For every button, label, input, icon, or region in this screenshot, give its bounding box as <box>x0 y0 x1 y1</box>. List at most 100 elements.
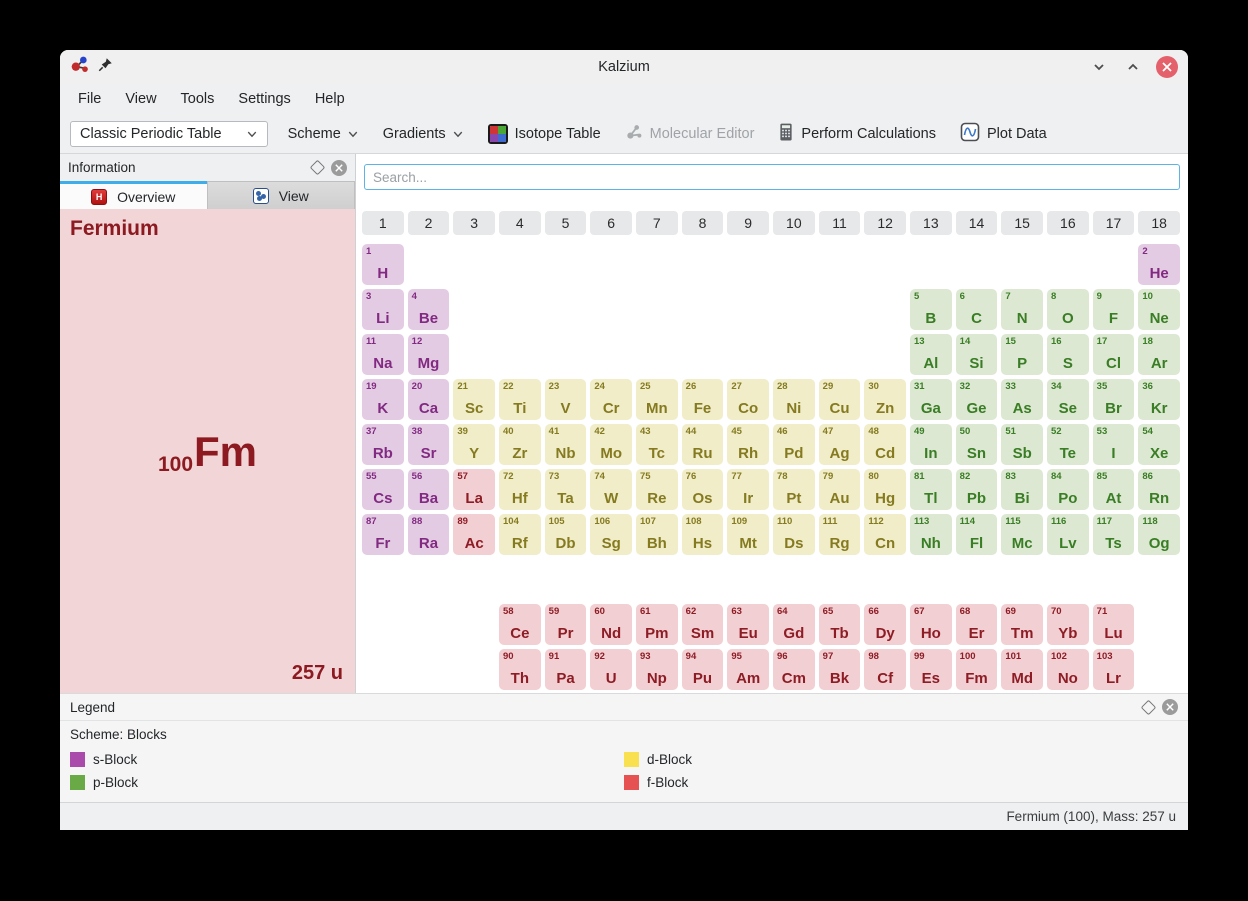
element-tile-Re[interactable]: 75Re <box>636 469 678 510</box>
element-tile-Ca[interactable]: 20Ca <box>408 379 450 420</box>
element-tile-Cn[interactable]: 112Cn <box>864 514 906 555</box>
close-dock-icon[interactable] <box>1162 699 1178 715</box>
element-tile-Bk[interactable]: 97Bk <box>819 649 861 690</box>
element-tile-Cm[interactable]: 96Cm <box>773 649 815 690</box>
group-header-7[interactable]: 7 <box>636 211 678 235</box>
element-tile-Cl[interactable]: 17Cl <box>1093 334 1135 375</box>
gradients-dropdown[interactable]: Gradients <box>379 122 468 146</box>
element-tile-F[interactable]: 9F <box>1093 289 1135 330</box>
menu-item-view[interactable]: View <box>115 88 166 110</box>
element-tile-O[interactable]: 8O <box>1047 289 1089 330</box>
element-tile-Bh[interactable]: 107Bh <box>636 514 678 555</box>
menu-item-tools[interactable]: Tools <box>171 88 225 110</box>
element-tile-Gd[interactable]: 64Gd <box>773 604 815 645</box>
element-tile-S[interactable]: 16S <box>1047 334 1089 375</box>
element-tile-Pa[interactable]: 91Pa <box>545 649 587 690</box>
scheme-dropdown[interactable]: Scheme <box>284 122 363 146</box>
element-tile-Cs[interactable]: 55Cs <box>362 469 404 510</box>
maximize-button[interactable] <box>1122 56 1144 78</box>
element-tile-Ti[interactable]: 22Ti <box>499 379 541 420</box>
menu-item-settings[interactable]: Settings <box>228 88 300 110</box>
group-header-16[interactable]: 16 <box>1047 211 1089 235</box>
element-tile-Nd[interactable]: 60Nd <box>590 604 632 645</box>
element-tile-Mt[interactable]: 109Mt <box>727 514 769 555</box>
element-tile-Fl[interactable]: 114Fl <box>956 514 998 555</box>
element-tile-Kr[interactable]: 36Kr <box>1138 379 1180 420</box>
element-tile-No[interactable]: 102No <box>1047 649 1089 690</box>
element-tile-P[interactable]: 15P <box>1001 334 1043 375</box>
menu-item-help[interactable]: Help <box>305 88 355 110</box>
element-tile-Sm[interactable]: 62Sm <box>682 604 724 645</box>
element-tile-Lr[interactable]: 103Lr <box>1093 649 1135 690</box>
plot-data-button[interactable]: Plot Data <box>956 118 1051 150</box>
element-tile-Am[interactable]: 95Am <box>727 649 769 690</box>
group-header-9[interactable]: 9 <box>727 211 769 235</box>
element-tile-Ce[interactable]: 58Ce <box>499 604 541 645</box>
element-tile-Es[interactable]: 99Es <box>910 649 952 690</box>
element-tile-N[interactable]: 7N <box>1001 289 1043 330</box>
group-header-13[interactable]: 13 <box>910 211 952 235</box>
element-tile-Nb[interactable]: 41Nb <box>545 424 587 465</box>
perform-calculations-button[interactable]: Perform Calculations <box>774 119 940 149</box>
group-header-4[interactable]: 4 <box>499 211 541 235</box>
group-header-14[interactable]: 14 <box>956 211 998 235</box>
tab-view[interactable]: View <box>207 181 356 209</box>
element-tile-Md[interactable]: 101Md <box>1001 649 1043 690</box>
element-tile-Mc[interactable]: 115Mc <box>1001 514 1043 555</box>
element-tile-Sc[interactable]: 21Sc <box>453 379 495 420</box>
element-tile-Tc[interactable]: 43Tc <box>636 424 678 465</box>
element-tile-Y[interactable]: 39Y <box>453 424 495 465</box>
element-tile-Pm[interactable]: 61Pm <box>636 604 678 645</box>
element-tile-Mg[interactable]: 12Mg <box>408 334 450 375</box>
element-tile-Os[interactable]: 76Os <box>682 469 724 510</box>
element-tile-Pr[interactable]: 59Pr <box>545 604 587 645</box>
element-tile-Xe[interactable]: 54Xe <box>1138 424 1180 465</box>
element-tile-Tb[interactable]: 65Tb <box>819 604 861 645</box>
element-tile-Zr[interactable]: 40Zr <box>499 424 541 465</box>
element-tile-Lv[interactable]: 116Lv <box>1047 514 1089 555</box>
element-tile-Al[interactable]: 13Al <box>910 334 952 375</box>
element-tile-Be[interactable]: 4Be <box>408 289 450 330</box>
group-header-18[interactable]: 18 <box>1138 211 1180 235</box>
element-tile-Li[interactable]: 3Li <box>362 289 404 330</box>
element-tile-Ne[interactable]: 10Ne <box>1138 289 1180 330</box>
table-type-select[interactable]: Classic Periodic Table <box>70 121 268 147</box>
element-tile-La[interactable]: 57La <box>453 469 495 510</box>
element-tile-Fr[interactable]: 87Fr <box>362 514 404 555</box>
tab-overview[interactable]: H Overview <box>60 181 207 209</box>
group-header-10[interactable]: 10 <box>773 211 815 235</box>
isotope-table-button[interactable]: Isotope Table <box>484 120 605 148</box>
element-tile-Mn[interactable]: 25Mn <box>636 379 678 420</box>
element-tile-Hg[interactable]: 80Hg <box>864 469 906 510</box>
close-button[interactable] <box>1156 56 1178 78</box>
element-tile-Rn[interactable]: 86Rn <box>1138 469 1180 510</box>
element-tile-Mo[interactable]: 42Mo <box>590 424 632 465</box>
element-tile-Fm[interactable]: 100Fm <box>956 649 998 690</box>
element-tile-As[interactable]: 33As <box>1001 379 1043 420</box>
element-tile-Yb[interactable]: 70Yb <box>1047 604 1089 645</box>
element-tile-Sr[interactable]: 38Sr <box>408 424 450 465</box>
element-tile-Ge[interactable]: 32Ge <box>956 379 998 420</box>
element-tile-Np[interactable]: 93Np <box>636 649 678 690</box>
element-tile-H[interactable]: 1H <box>362 244 404 285</box>
element-tile-Ta[interactable]: 73Ta <box>545 469 587 510</box>
element-tile-Fe[interactable]: 26Fe <box>682 379 724 420</box>
group-header-8[interactable]: 8 <box>682 211 724 235</box>
element-tile-Br[interactable]: 35Br <box>1093 379 1135 420</box>
element-tile-Ru[interactable]: 44Ru <box>682 424 724 465</box>
group-header-3[interactable]: 3 <box>453 211 495 235</box>
element-tile-Db[interactable]: 105Db <box>545 514 587 555</box>
element-tile-Rb[interactable]: 37Rb <box>362 424 404 465</box>
element-tile-Ar[interactable]: 18Ar <box>1138 334 1180 375</box>
element-tile-Ba[interactable]: 56Ba <box>408 469 450 510</box>
element-tile-Hs[interactable]: 108Hs <box>682 514 724 555</box>
element-tile-He[interactable]: 2He <box>1138 244 1180 285</box>
element-tile-Rh[interactable]: 45Rh <box>727 424 769 465</box>
element-tile-Sg[interactable]: 106Sg <box>590 514 632 555</box>
element-tile-Rg[interactable]: 111Rg <box>819 514 861 555</box>
element-tile-Ir[interactable]: 77Ir <box>727 469 769 510</box>
element-tile-V[interactable]: 23V <box>545 379 587 420</box>
element-tile-Te[interactable]: 52Te <box>1047 424 1089 465</box>
element-tile-Pu[interactable]: 94Pu <box>682 649 724 690</box>
element-tile-Pt[interactable]: 78Pt <box>773 469 815 510</box>
